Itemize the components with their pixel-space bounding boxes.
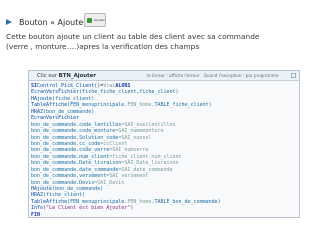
code-token: FEN_home (127, 102, 152, 109)
editor-tabs: le Erreur : affiche l'erreur Quand l'exc… (147, 71, 282, 80)
code-body: SI Control_Pick_Client() = Vrai ALORS Ecra… (29, 81, 299, 218)
editor-tab-exception[interactable]: Quand l'exception : par programme (204, 73, 279, 78)
description: Cette bouton ajoute un client au table d… (6, 32, 316, 52)
editor-title-prefix: Clic sur (37, 72, 59, 79)
code-editor-panel: Clic sur BTN_Ajouter le Erreur : affiche… (28, 70, 300, 218)
ajouter-button-preview[interactable]: Ajouter (84, 13, 106, 27)
editor-title: Clic sur BTN_Ajouter (37, 73, 96, 79)
editor-tab-error[interactable]: le Erreur : affiche l'erreur (147, 73, 200, 78)
editor-title-name: BTN_Ajouter (58, 72, 97, 79)
collapse-icon[interactable] (291, 73, 296, 78)
code-token: FIN (31, 211, 41, 218)
editor-header: Clic sur BTN_Ajouter le Erreur : affiche… (29, 71, 299, 81)
bullet-arrow-icon (6, 19, 12, 25)
description-line-1: Cette bouton ajoute un client au table d… (6, 32, 260, 41)
code-line: FIN (31, 211, 299, 218)
add-icon (87, 17, 92, 23)
code-token: ("Le Client est bien Ajouter") (43, 205, 134, 212)
ajouter-button-label: Ajouter (94, 18, 105, 22)
description-line-2: (verre , monture….)apres la verification… (6, 42, 200, 51)
code-token: .TABLE_fiche_client) (151, 102, 212, 109)
code-token: .TABLE_bon_de_commande) (151, 198, 221, 205)
